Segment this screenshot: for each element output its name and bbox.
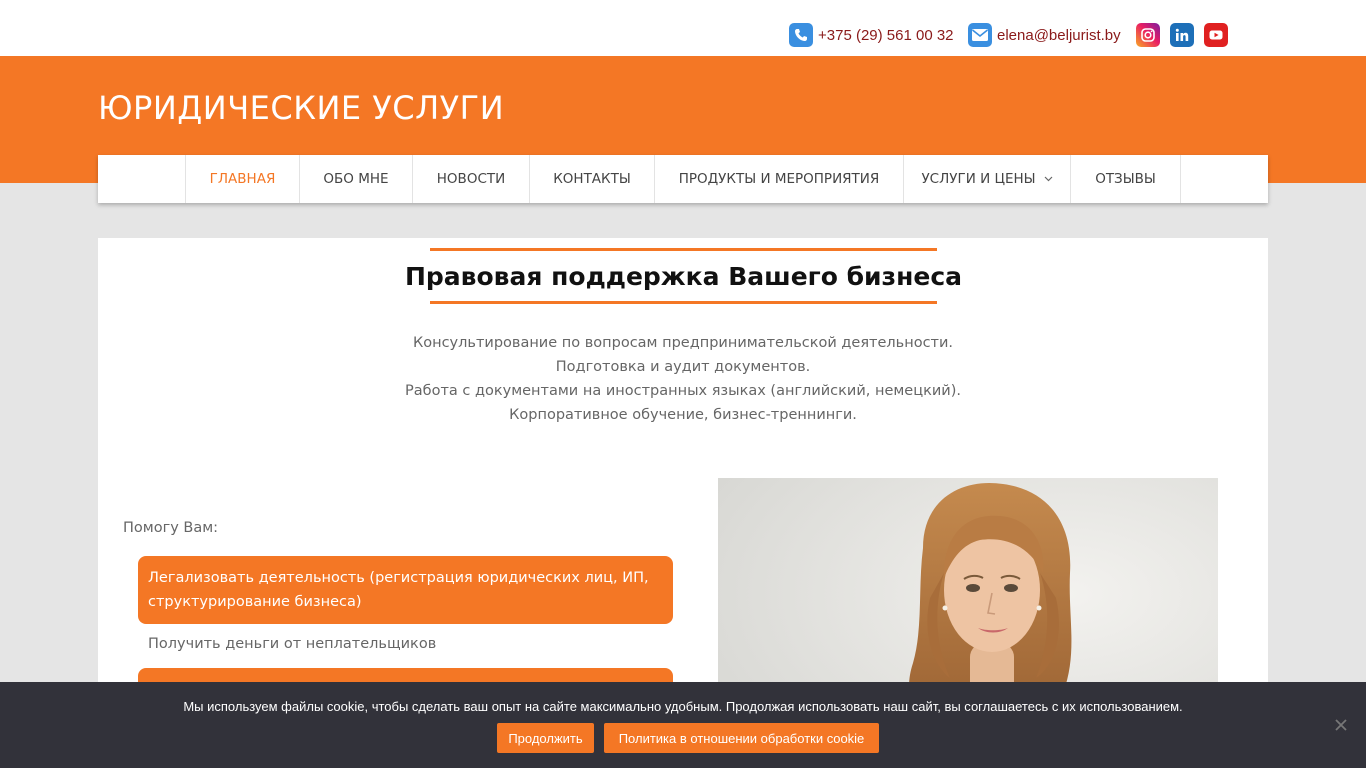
nav-item-label: ОТЗЫВЫ — [1095, 171, 1156, 187]
linkedin-icon — [1175, 28, 1189, 41]
service-item[interactable]: Получить деньги от неплательщиков — [148, 636, 436, 652]
email-address: elena@beljurist.by — [997, 26, 1121, 44]
youtube-icon — [1209, 30, 1223, 40]
instagram-icon — [1141, 28, 1155, 42]
mail-icon — [968, 23, 992, 47]
nav-item-products[interactable]: ПРОДУКТЫ И МЕРОПРИЯТИЯ — [654, 155, 903, 203]
phone-icon — [789, 23, 813, 47]
chevron-down-icon — [1044, 176, 1053, 182]
nav-item-label: НОВОСТИ — [436, 171, 506, 187]
phone-link[interactable]: +375 (29) 561 00 32 — [789, 23, 954, 47]
nav-item-reviews[interactable]: ОТЗЫВЫ — [1070, 155, 1181, 203]
cookie-notice-text: Мы используем файлы cookie, чтобы сделат… — [183, 699, 1183, 714]
close-icon[interactable] — [1333, 717, 1349, 733]
youtube-link[interactable] — [1204, 23, 1228, 47]
cookie-banner: Мы используем файлы cookie, чтобы сделат… — [0, 682, 1366, 768]
nav-item-contacts[interactable]: КОНТАКТЫ — [529, 155, 654, 203]
help-label: Помогу Вам: — [123, 520, 219, 536]
site-title[interactable]: ЮРИДИЧЕСКИЕ УСЛУГИ — [98, 89, 504, 127]
nav-item-services[interactable]: УСЛУГИ И ЦЕНЫ — [903, 155, 1070, 203]
nav-item-label: КОНТАКТЫ — [553, 171, 631, 187]
nav-item-label: ОБО МНЕ — [323, 171, 389, 187]
cookie-policy-button[interactable]: Политика в отношении обработки cookie — [604, 723, 879, 753]
main-nav: ГЛАВНАЯ ОБО МНЕ НОВОСТИ КОНТАКТЫ ПРОДУКТ… — [98, 155, 1268, 203]
page-heading: Правовая поддержка Вашего бизнеса — [405, 248, 962, 304]
intro-line: Консультирование по вопросам предпринима… — [412, 335, 954, 351]
nav-item-about[interactable]: ОБО МНЕ — [299, 155, 412, 203]
nav-item-label: УСЛУГИ И ЦЕНЫ — [921, 171, 1036, 187]
email-link[interactable]: elena@beljurist.by — [968, 23, 1121, 47]
nav-item-home[interactable]: ГЛАВНАЯ — [185, 155, 299, 203]
service-item-active[interactable]: Легализовать деятельность (регистрация ю… — [138, 556, 673, 624]
intro-line: Работа с документами на иностранных язык… — [405, 383, 961, 399]
intro-line: Подготовка и аудит документов. — [555, 359, 811, 375]
intro-line: Корпоративное обучение, бизнес-треннинги… — [509, 407, 857, 423]
nav-item-news[interactable]: НОВОСТИ — [412, 155, 529, 203]
top-contact-bar: +375 (29) 561 00 32 elena@beljurist.by — [0, 0, 1366, 56]
nav-item-label: ПРОДУКТЫ И МЕРОПРИЯТИЯ — [678, 171, 880, 187]
cookie-accept-button[interactable]: Продолжить — [497, 723, 594, 753]
nav-item-label: ГЛАВНАЯ — [209, 171, 276, 187]
instagram-link[interactable] — [1136, 23, 1160, 47]
linkedin-link[interactable] — [1170, 23, 1194, 47]
phone-number: +375 (29) 561 00 32 — [818, 26, 954, 44]
